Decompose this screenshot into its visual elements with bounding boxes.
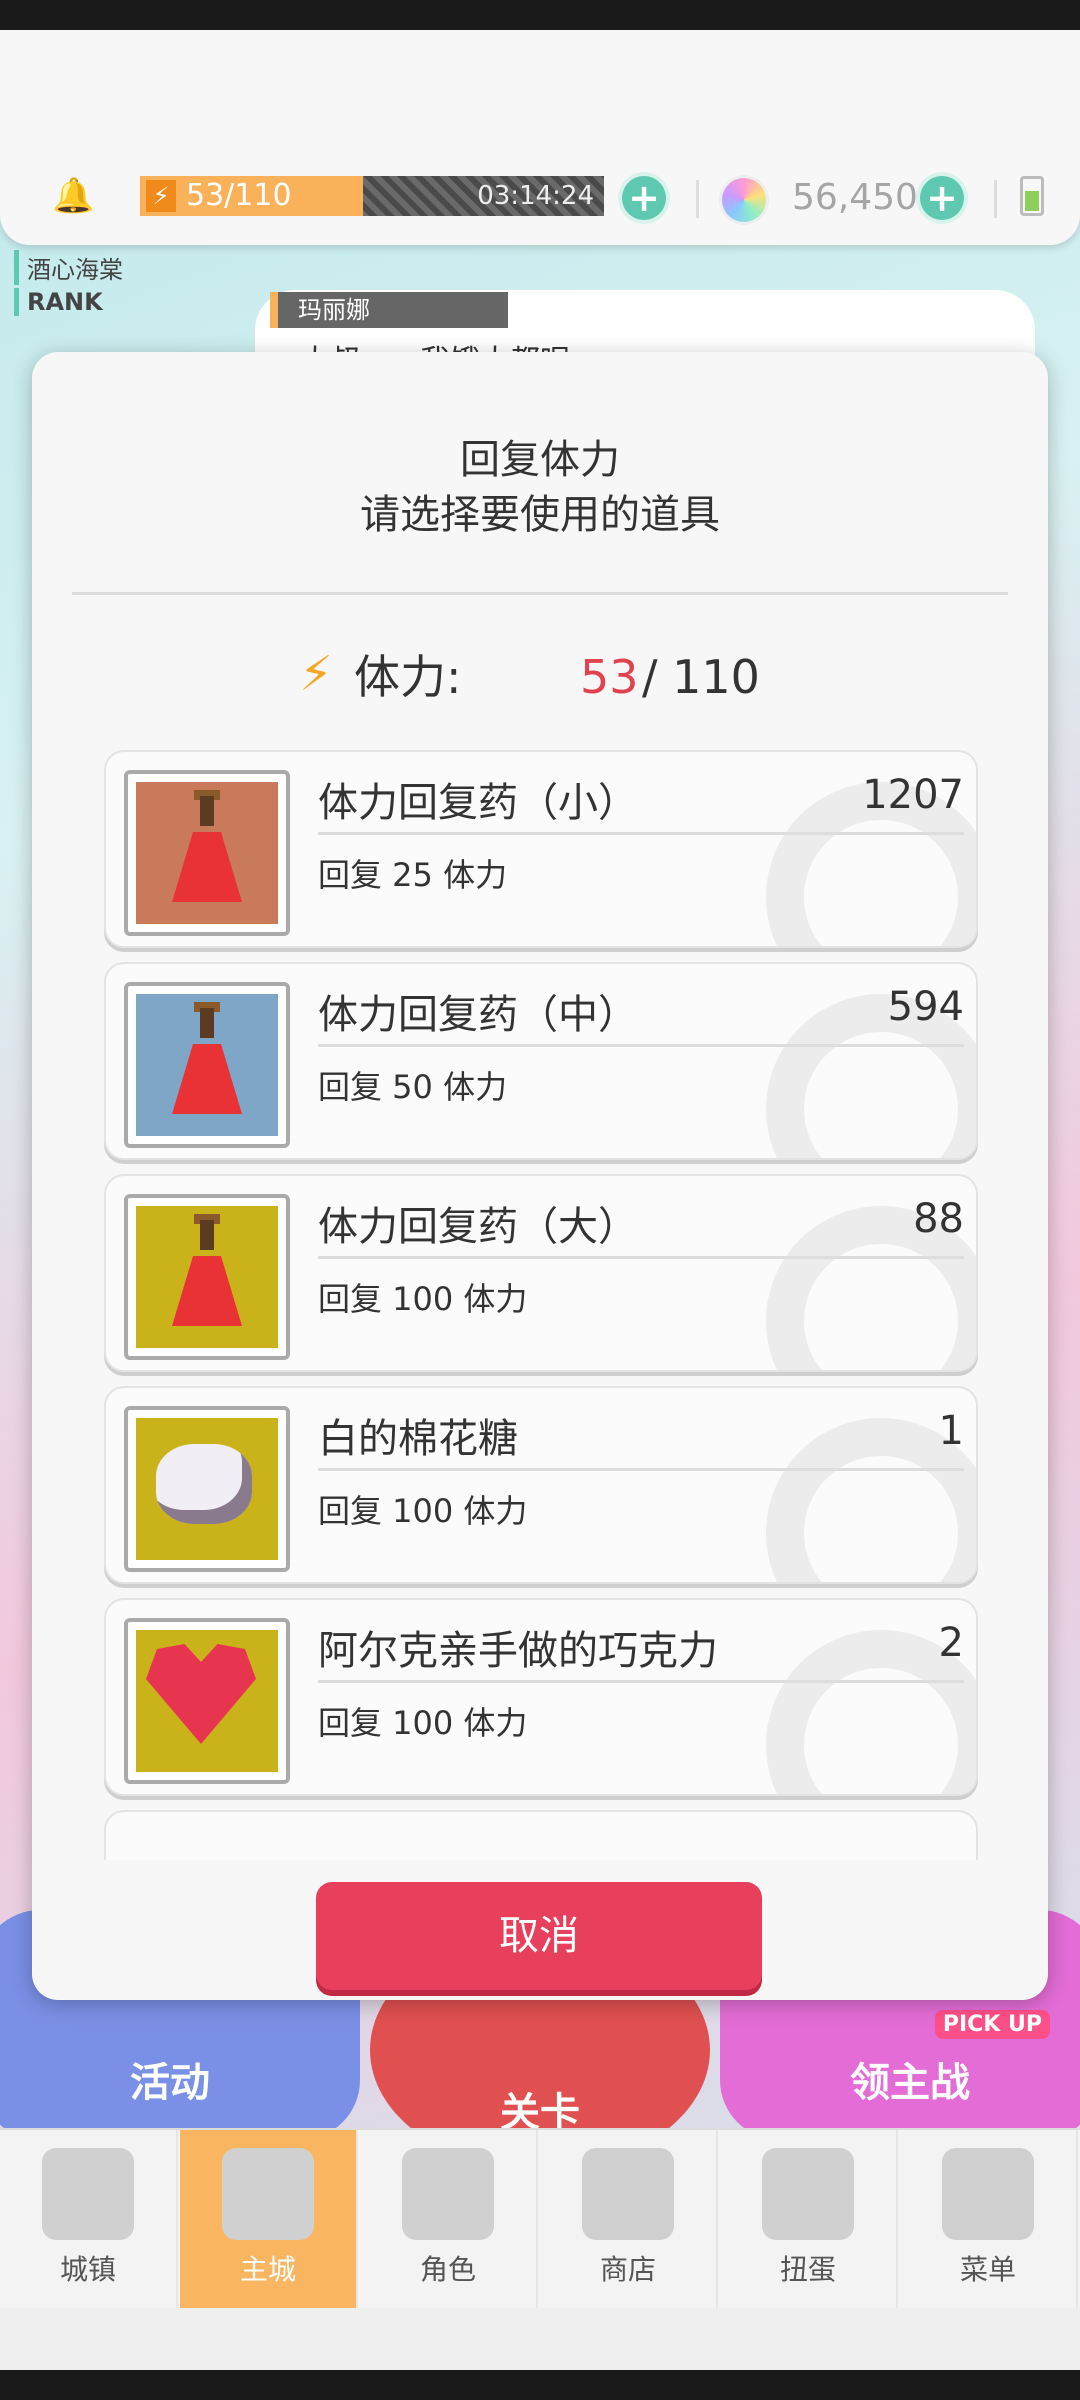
item-divider [318,1256,964,1259]
boss-label: 领主战 [850,2060,970,2106]
main-city-icon [222,2148,314,2240]
item-name: 体力回复药（小） [318,780,638,826]
small-potion-icon [136,782,278,924]
menu-icon [942,2148,1034,2240]
stamina-text: 53/110 [186,178,292,213]
bottom-navigation: 城镇 主城 角色 商店 扭蛋 菜单 [0,2128,1080,2310]
gacha-icon [762,2148,854,2240]
pickup-badge: PICK UP [934,2010,1050,2039]
item-divider [318,1680,964,1683]
separator [696,180,699,218]
event-label: 活动 [130,2060,210,2106]
marshmallow-icon [136,1418,278,1560]
item-row[interactable]: 体力回复药（中） 594 回复 50 体力 [104,962,978,1160]
recover-stamina-dialog: 回复体力 请选择要使用的道具 ⚡ 体力: 53 / 110 体力回复药（小） 12… [32,352,1048,2000]
nav-item[interactable]: 菜单 [900,2130,1078,2310]
bell-icon[interactable]: 🔔 [52,178,94,214]
nav-label: 扭蛋 [779,2253,836,2286]
add-gems-button[interactable]: + [920,176,964,220]
nav-label: 城镇 [59,2253,116,2286]
item-row[interactable]: 阿尔克亲手做的巧克力 2 回复 100 体力 [104,1598,978,1796]
nav-label: 角色 [419,2253,476,2286]
stamina-row: ⚡ 体力: 53 / 110 [32,642,1048,712]
item-list[interactable]: 体力回复药（小） 1207 回复 25 体力 体力回复药（中） 594 回复 50 体力体… [104,750,982,1860]
item-thumbnail [124,1618,290,1784]
item-row[interactable] [104,1810,978,1860]
nav-label: 商店 [599,2253,656,2286]
item-row[interactable]: 体力回复药（小） 1207 回复 25 体力 [104,750,978,948]
item-thumbnail [124,1406,290,1572]
player-name: 酒心海棠 [14,250,123,285]
rank-label: RANK [14,288,103,316]
item-row[interactable]: 体力回复药（大） 88 回复 100 体力 [104,1174,978,1372]
nav-item[interactable]: 主城 [180,2130,358,2310]
item-description: 回复 100 体力 [318,1492,528,1530]
item-count: 2 [938,1620,964,1666]
separator [994,180,997,218]
item-description: 回复 50 体力 [318,1068,508,1106]
character-icon [402,2148,494,2240]
stamina-max: / 110 [642,650,760,704]
divider [72,592,1008,595]
bottom-bar [0,2308,1080,2370]
item-name: 体力回复药（大） [318,1204,638,1250]
stamina-current: 53 [580,650,639,704]
nav-item[interactable]: 扭蛋 [720,2130,898,2310]
item-description: 回复 100 体力 [318,1280,528,1318]
item-thumbnail [124,1194,290,1360]
town-icon [42,2148,134,2240]
item-row[interactable]: 白的棉花糖 1 回复 100 体力 [104,1386,978,1584]
item-name: 阿尔克亲手做的巧克力 [318,1628,718,1674]
nav-label: 主城 [239,2253,296,2286]
top-status-bar: 🔔 ⚡ 53/110 03:14:24 + 56,450 + [0,30,1080,245]
lightning-icon: ⚡ [299,646,333,702]
stamina-timer: 03:14:24 [477,181,594,211]
shop-icon [582,2148,674,2240]
stamina-bar: ⚡ 53/110 03:14:24 [140,176,604,216]
item-divider [318,832,964,835]
item-description: 回复 100 体力 [318,1704,528,1742]
item-name: 体力回复药（中） [318,992,638,1038]
gem-count: 56,450 [792,177,918,218]
item-divider [318,1468,964,1471]
item-count: 594 [887,984,964,1030]
gem-icon [722,178,766,222]
item-divider [318,1044,964,1047]
stamina-label: 体力: [354,650,462,704]
nav-item[interactable]: 商店 [540,2130,718,2310]
item-count: 1207 [862,772,964,818]
dialog-subtitle: 请选择要使用的道具 [360,492,720,538]
item-count: 88 [913,1196,964,1242]
game-screen: 酒心海棠 RANK 玛丽娜 大叔……我饿大都呢 活动 关卡 PICK UP 领主… [0,30,1080,2370]
dialog-title: 回复体力 [460,437,620,483]
item-thumbnail [124,770,290,936]
lightning-icon: ⚡ [146,180,176,212]
battery-icon [1020,176,1044,216]
nav-item[interactable]: 角色 [360,2130,538,2310]
item-name: 白的棉花糖 [318,1416,518,1462]
nav-label: 菜单 [959,2253,1016,2286]
item-thumbnail [124,982,290,1148]
nav-item[interactable]: 城镇 [0,2130,178,2310]
large-potion-icon [136,1206,278,1348]
medium-potion-icon [136,994,278,1136]
item-count: 1 [938,1408,964,1454]
add-stamina-button[interactable]: + [622,176,666,220]
chocolate-icon [136,1630,278,1772]
speaker-name: 玛丽娜 [270,292,508,328]
cancel-button[interactable]: 取消 [316,1882,762,1990]
item-description: 回复 25 体力 [318,856,508,894]
